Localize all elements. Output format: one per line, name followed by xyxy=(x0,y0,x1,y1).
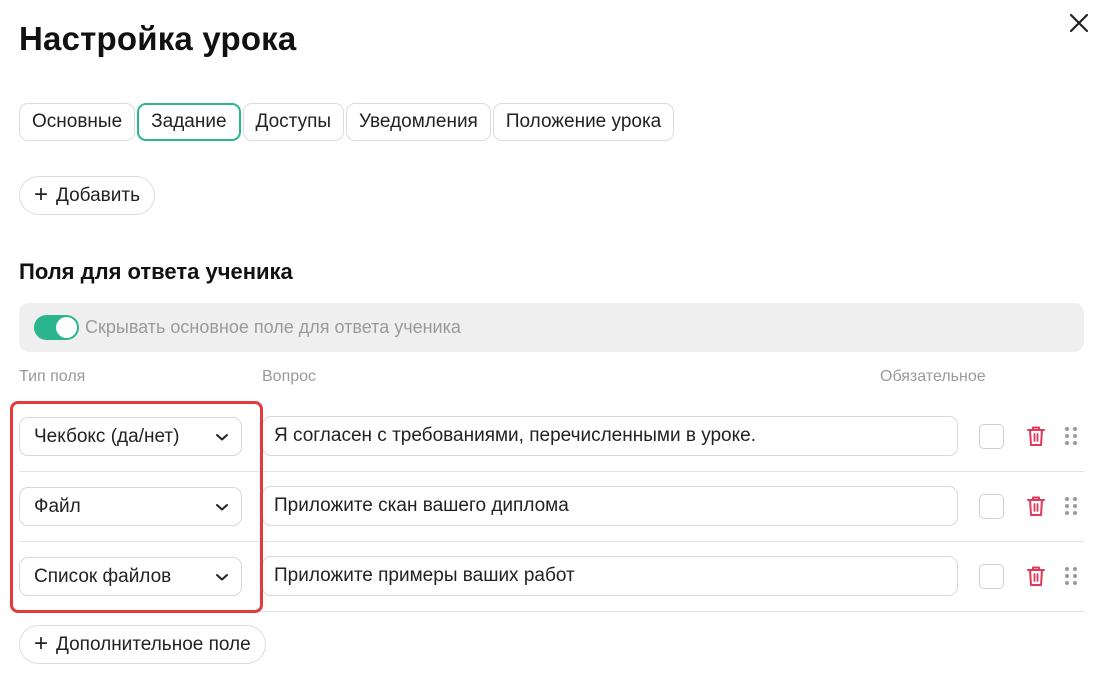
column-header-type: Тип поля xyxy=(19,368,86,385)
dialog-title: Настройка урока xyxy=(19,20,297,57)
plus-icon: + xyxy=(34,180,49,208)
hide-main-field-toggle[interactable] xyxy=(34,315,79,340)
toggle-knob xyxy=(56,317,77,338)
tab-assignment[interactable]: Задание xyxy=(137,103,241,141)
drag-handle-icon[interactable] xyxy=(1064,496,1078,516)
tab-lesson-position[interactable]: Положение урока xyxy=(492,103,675,141)
required-checkbox[interactable] xyxy=(979,494,1004,519)
add-extra-field-button[interactable]: + Дополнительное поле xyxy=(19,625,266,664)
tab-main[interactable]: Основные xyxy=(19,103,136,141)
field-type-select[interactable]: Чекбокс (да/нет) xyxy=(19,417,242,456)
close-icon xyxy=(1069,13,1089,33)
chevron-down-icon xyxy=(216,503,228,510)
trash-icon[interactable] xyxy=(1026,565,1046,587)
required-checkbox[interactable] xyxy=(979,564,1004,589)
chevron-down-icon xyxy=(216,433,228,440)
tab-bar: Основные Задание Доступы Уведомления Пол… xyxy=(19,103,675,141)
add-button-label: Добавить xyxy=(56,184,140,206)
lesson-settings-dialog: Настройка урока Основные Задание Доступы… xyxy=(0,0,1108,689)
drag-handle-icon[interactable] xyxy=(1064,426,1078,446)
column-header-question: Вопрос xyxy=(262,368,317,385)
field-type-value: Файл xyxy=(34,495,81,517)
tab-access[interactable]: Доступы xyxy=(242,103,345,141)
field-type-select[interactable]: Список файлов xyxy=(19,557,242,596)
field-type-select[interactable]: Файл xyxy=(19,487,242,526)
trash-icon[interactable] xyxy=(1026,425,1046,447)
trash-icon[interactable] xyxy=(1026,495,1046,517)
tab-notifications[interactable]: Уведомления xyxy=(346,103,491,141)
field-type-value: Чекбокс (да/нет) xyxy=(34,425,180,447)
field-row: Список файлов Приложите примеры ваших ра… xyxy=(19,542,1084,612)
field-row: Файл Приложите скан вашего диплома xyxy=(19,472,1084,542)
add-button[interactable]: + Добавить xyxy=(19,176,155,215)
question-input[interactable]: Приложите примеры ваших работ xyxy=(262,556,958,596)
close-button[interactable] xyxy=(1066,10,1092,36)
field-row: Чекбокс (да/нет) Я согласен с требования… xyxy=(19,402,1084,472)
field-type-value: Список файлов xyxy=(34,565,172,587)
drag-handle-icon[interactable] xyxy=(1064,566,1078,586)
column-header-required: Обязательное xyxy=(880,368,986,385)
required-checkbox[interactable] xyxy=(979,424,1004,449)
add-extra-field-label: Дополнительное поле xyxy=(56,633,251,655)
hide-main-field-label: Скрывать основное поле для ответа ученик… xyxy=(85,317,461,337)
plus-icon: + xyxy=(34,629,49,657)
question-input[interactable]: Приложите скан вашего диплома xyxy=(262,486,958,526)
chevron-down-icon xyxy=(216,573,228,580)
question-input[interactable]: Я согласен с требованиями, перечисленным… xyxy=(262,416,958,456)
hide-main-field-row: Скрывать основное поле для ответа ученик… xyxy=(19,303,1084,352)
section-title: Поля для ответа ученика xyxy=(19,259,293,284)
